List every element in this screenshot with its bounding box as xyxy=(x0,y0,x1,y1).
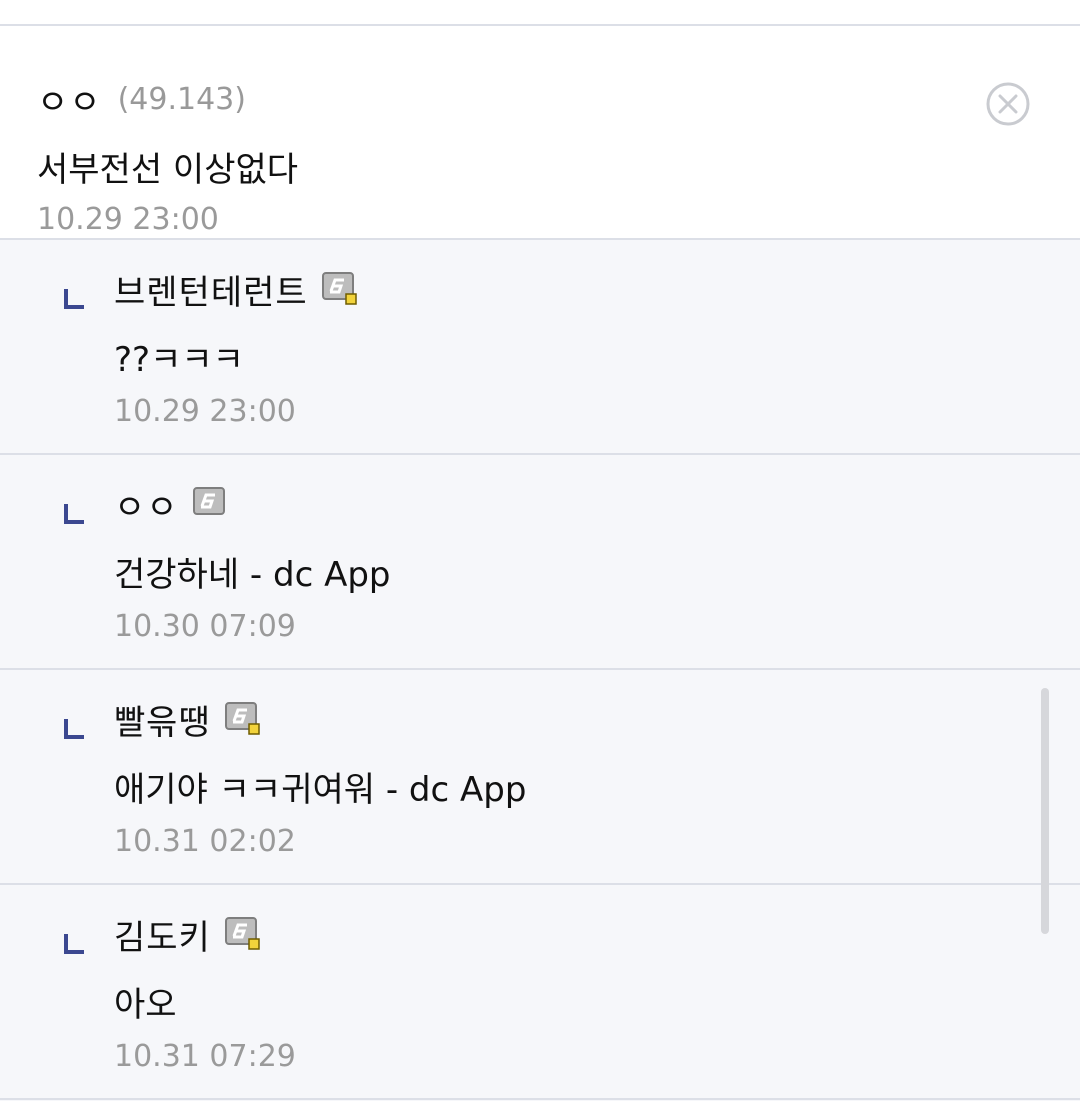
reply-item: 브렌턴테런트 ??ㅋㅋㅋ 10.29 23:00 xyxy=(0,240,1080,455)
comment-author[interactable]: ㅇㅇ xyxy=(37,75,102,124)
comment-author-ip: (49.143) xyxy=(117,81,246,117)
reply-author[interactable]: 빨윾땡 xyxy=(114,695,211,744)
reply-time: 10.31 02:02 xyxy=(114,824,296,859)
comment-item: ㅇㅇ (49.143) 서부전선 이상없다 10.29 23:00 xyxy=(0,26,1080,240)
comment-content: 서부전선 이상없다 xyxy=(37,150,299,190)
delete-comment-icon[interactable] xyxy=(986,82,1030,126)
reply-arrow-icon xyxy=(64,504,84,524)
reply-time: 10.31 07:29 xyxy=(114,1039,296,1074)
reply-author-row: 빨윾땡 xyxy=(114,694,261,744)
reply-time: 10.30 07:09 xyxy=(114,609,296,644)
comment-thread: ㅇㅇ (49.143) 서부전선 이상없다 10.29 23:00 브렌턴테런트… xyxy=(0,0,1080,1101)
reply-arrow-icon xyxy=(64,934,84,954)
previous-comment-edge xyxy=(0,0,1080,26)
reply-arrow-icon xyxy=(64,719,84,739)
reply-author[interactable]: ㅇㅇ xyxy=(114,480,179,529)
reply-author[interactable]: 김도키 xyxy=(114,910,211,959)
reply-item: 김도키 아오 10.31 07:29 xyxy=(0,885,1080,1100)
comment-time: 10.29 23:00 xyxy=(37,202,219,237)
reply-item: ㅇㅇ 건강하네 - dc App 10.30 07:09 xyxy=(0,455,1080,670)
reply-content: 애기야 ㅋㅋ귀여워 - dc App xyxy=(114,770,527,810)
fixed-nick-gallery-icon xyxy=(321,272,357,305)
reply-content: ??ㅋㅋㅋ xyxy=(114,340,244,380)
reply-arrow-icon xyxy=(64,289,84,309)
reply-author[interactable]: 브렌턴테런트 xyxy=(114,265,308,314)
reply-author-row: 김도키 xyxy=(114,909,261,959)
reply-content: 건강하네 - dc App xyxy=(114,555,391,595)
fixed-nick-gallery-icon xyxy=(224,917,260,950)
reply-item: 빨윾땡 애기야 ㅋㅋ귀여워 - dc App 10.31 02:02 xyxy=(0,670,1080,885)
reply-time: 10.29 23:00 xyxy=(114,394,296,429)
comment-author-row: ㅇㅇ (49.143) xyxy=(37,74,246,124)
reply-content: 아오 xyxy=(114,985,177,1025)
reply-author-row: ㅇㅇ xyxy=(114,479,229,529)
nick-gallery-icon xyxy=(192,487,225,515)
fixed-nick-gallery-icon xyxy=(224,702,260,735)
scrollbar-thumb[interactable] xyxy=(1041,688,1049,934)
reply-author-row: 브렌턴테런트 xyxy=(114,264,358,314)
